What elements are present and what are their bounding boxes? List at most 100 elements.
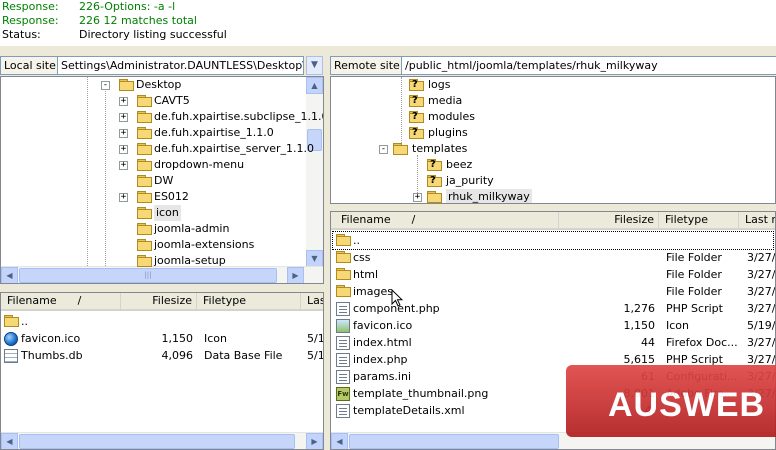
column-filesize[interactable]: Filesize	[121, 293, 197, 309]
tree-node[interactable]: DW	[1, 173, 301, 189]
file-row[interactable]: Thumbs.db 4,096 Data Base File 5/18	[1, 347, 323, 364]
scroll-left-icon[interactable]: ◀	[331, 433, 348, 449]
tree-node[interactable]: icon	[1, 205, 301, 221]
tree-node[interactable]: ? ja_purity	[331, 173, 771, 189]
file-row[interactable]: ..	[1, 313, 323, 330]
expand-icon[interactable]: +	[119, 161, 128, 170]
fireworks-icon: Fw	[336, 387, 350, 401]
scroll-thumb[interactable]	[349, 434, 559, 449]
file-row[interactable]: ..	[332, 231, 774, 250]
tree-node[interactable]: + de.fuh.xpairtise_server_1.1.0	[1, 141, 314, 157]
scroll-left-icon[interactable]: ◀	[1, 433, 18, 449]
tree-node-label: de.fuh.xpairtise_server_1.1.0	[154, 142, 315, 155]
folder-body	[336, 270, 351, 280]
tree-node[interactable]: + rhuk_milkyway	[331, 189, 771, 203]
file-date: 3/27/	[747, 251, 775, 264]
tree-node[interactable]: joomla-extensions	[1, 237, 301, 253]
file-row[interactable]: favicon.ico 1,150 Icon 5/19/	[333, 317, 775, 334]
local-site-label: Local site:	[0, 56, 64, 75]
tree-node-label: de.fuh.xpairtise_1.1.0	[154, 126, 274, 139]
question-mark: ?	[430, 175, 436, 186]
file-name: ..	[353, 234, 360, 247]
folder-icon	[137, 143, 153, 155]
expand-icon[interactable]: +	[119, 145, 128, 154]
local-file-list[interactable]: Filename / Filesize Filetype Las ◀ ▶ .. f…	[0, 292, 324, 450]
expand-icon[interactable]: +	[119, 193, 128, 202]
tree-node[interactable]: ? beez	[331, 157, 771, 173]
expand-icon[interactable]: +	[413, 193, 422, 202]
file-row[interactable]: css File Folder 3/27/	[333, 249, 775, 266]
local-tree-vscrollbar[interactable]: ▲ ▼	[306, 77, 323, 267]
file-date: 3/27/	[747, 268, 775, 281]
column-filename[interactable]: Filename /	[1, 293, 121, 309]
tree-node[interactable]: joomla-setup	[1, 253, 301, 269]
file-name: index.php	[353, 353, 408, 366]
remote-path-input[interactable]: /public_html/joomla/templates/rhuk_milky…	[401, 56, 776, 75]
local-list-hscrollbar[interactable]: ◀ ▶	[1, 432, 323, 449]
tree-node[interactable]: ? modules	[331, 109, 771, 125]
column-last-modified[interactable]: Last m	[739, 212, 775, 228]
tree-node-label: icon	[154, 205, 181, 221]
folder-icon	[137, 111, 153, 123]
expand-icon[interactable]: +	[119, 97, 128, 106]
question-mark: ?	[412, 95, 418, 106]
column-filetype[interactable]: Filetype	[659, 212, 739, 228]
file-name: index.html	[353, 336, 412, 349]
file-size: 4,096	[161, 349, 194, 362]
tree-node[interactable]: joomla-admin	[1, 221, 301, 237]
collapse-icon[interactable]: -	[101, 81, 110, 90]
collapse-icon[interactable]: -	[379, 145, 388, 154]
scroll-right-icon[interactable]: ▶	[306, 433, 323, 449]
column-filename[interactable]: Filename /	[331, 212, 559, 228]
local-path-dropdown-icon[interactable]: ▼	[306, 56, 323, 75]
scroll-left-icon[interactable]: ◀	[1, 267, 18, 283]
file-date: 3/27/	[747, 302, 775, 315]
tree-node-label: ES012	[154, 190, 189, 203]
folder-body	[137, 177, 152, 187]
file-row[interactable]: favicon.ico 1,150 Icon 5/18	[1, 330, 323, 347]
local-directory-tree[interactable]: ▲ ▼ ◀ ||| ▶ - Desktop + CAVT5 + de.fuh.xpairt…	[0, 76, 324, 284]
tree-node[interactable]: - Desktop	[1, 77, 301, 93]
file-date: 5/19/	[747, 319, 775, 332]
file-type: File Folder	[666, 268, 722, 281]
document-icon	[336, 404, 350, 418]
tree-node[interactable]: + CAVT5	[1, 93, 301, 109]
unknown-folder-icon: ?	[409, 95, 425, 107]
file-size: 44	[641, 336, 655, 349]
tree-node[interactable]: + de.fuh.xpairtise.subclipse_1.1.0	[1, 109, 323, 125]
tree-node[interactable]: ? media	[331, 93, 771, 109]
scroll-thumb[interactable]: |||	[19, 268, 277, 283]
scroll-up-icon[interactable]: ▲	[306, 77, 323, 94]
local-path-input[interactable]: Settings\Administrator.DAUNTLESS\Desktop…	[57, 56, 304, 75]
file-name: html	[353, 268, 379, 281]
folder-body	[393, 145, 408, 155]
folder-icon	[137, 239, 153, 251]
tree-node[interactable]: + dropdown-menu	[1, 157, 301, 173]
tree-node[interactable]: + de.fuh.xpairtise_1.1.0	[1, 125, 301, 141]
scroll-right-icon[interactable]: ▶	[287, 267, 304, 283]
file-row[interactable]: html File Folder 3/27/	[333, 266, 775, 283]
remote-directory-tree[interactable]: ? logs? media? modules? plugins - templates? be…	[330, 76, 776, 204]
remote-site-label: Remote site:	[330, 56, 408, 75]
tree-node[interactable]: - templates	[331, 141, 771, 157]
file-row[interactable]: index.html 44 Firefox Doc... 3/27/	[333, 334, 775, 351]
sort-indicator-icon: /	[77, 294, 82, 307]
remote-list-header: Filename / Filesize Filetype Last m	[331, 212, 775, 230]
expand-icon[interactable]: +	[119, 129, 128, 138]
expand-icon[interactable]: +	[119, 113, 128, 122]
scroll-thumb[interactable]	[19, 434, 295, 449]
file-size: 1,150	[623, 319, 656, 332]
column-filesize[interactable]: Filesize	[559, 212, 659, 228]
folder-body	[137, 161, 152, 171]
tree-node[interactable]: + ES012	[1, 189, 301, 205]
folder-body	[137, 209, 152, 219]
document-icon	[336, 336, 350, 350]
folder-icon	[137, 159, 153, 171]
tree-node[interactable]: ? logs	[331, 77, 771, 93]
tree-node[interactable]: ? plugins	[331, 125, 771, 141]
question-mark: ?	[430, 159, 436, 170]
file-name: templateDetails.xml	[353, 404, 465, 417]
scroll-down-icon[interactable]: ▼	[306, 250, 323, 267]
column-last-modified[interactable]: Las	[301, 293, 323, 309]
column-filetype[interactable]: Filetype	[197, 293, 301, 309]
